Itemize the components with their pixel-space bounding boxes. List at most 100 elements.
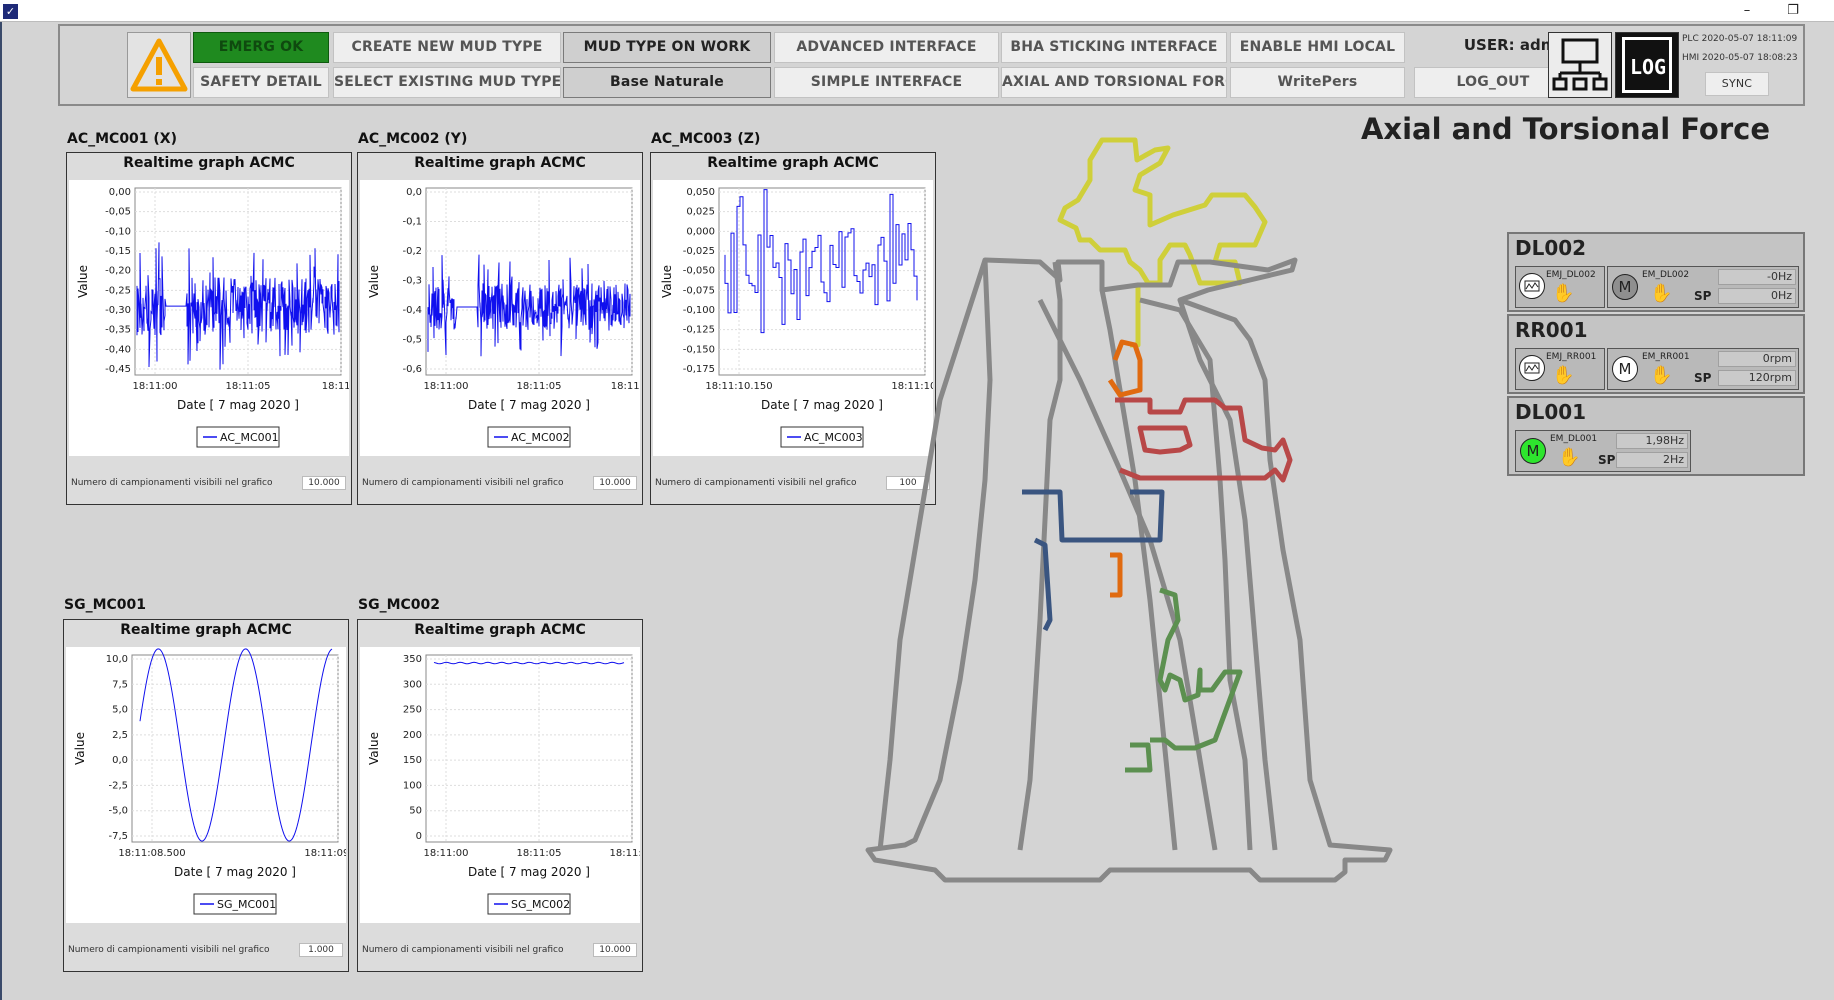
motor-label: EM_DL002 bbox=[1642, 270, 1690, 280]
legend-label: SG_MC002 bbox=[511, 898, 570, 911]
y-tick-label: 0,0 bbox=[406, 187, 422, 198]
restore-button[interactable]: ❐ bbox=[1770, 0, 1816, 22]
samples-label: Numero di campionamenti visibili nel gra… bbox=[655, 478, 857, 488]
jog-control[interactable]: EMJ_DL002 ✋ bbox=[1515, 266, 1605, 308]
y-tick-label: -2,5 bbox=[108, 780, 128, 791]
schematic-frame-cross bbox=[1139, 297, 1253, 851]
y-tick-label: -0,6 bbox=[402, 364, 422, 375]
plot-area bbox=[425, 187, 633, 376]
advanced-interface-button[interactable]: ADVANCED INTERFACE bbox=[774, 32, 999, 63]
check-icon: ✓ bbox=[3, 4, 18, 19]
hand-icon: ✋ bbox=[1650, 365, 1673, 386]
y-tick-label: -0,050 bbox=[683, 266, 715, 277]
y-tick-label: -0,20 bbox=[105, 266, 131, 277]
samples-label: Numero di campionamenti visibili nel gra… bbox=[362, 478, 564, 488]
samples-input[interactable]: 10.000 bbox=[593, 476, 637, 490]
safety-detail-button[interactable]: SAFETY DETAIL bbox=[193, 67, 329, 98]
mud-type-on-work-button[interactable]: MUD TYPE ON WORK bbox=[563, 32, 771, 63]
x-tick-label: 18:11:10.200 bbox=[891, 381, 933, 392]
legend-label: AC_MC002 bbox=[511, 431, 570, 444]
device-name: DL001 bbox=[1515, 400, 1587, 424]
hmi-clock: HMI 2020-05-07 18:08:23 bbox=[1682, 53, 1798, 63]
y-axis-label: Value bbox=[367, 732, 381, 765]
graph-title: Realtime graph ACMC bbox=[414, 622, 586, 638]
hand-icon: ✋ bbox=[1552, 283, 1575, 304]
motor-control[interactable]: M EM_DL001 ✋ SP 1,98Hz 2Hz bbox=[1515, 430, 1691, 472]
minimize-button[interactable]: – bbox=[1724, 0, 1770, 22]
samples-label: Numero di campionamenti visibili nel gra… bbox=[362, 945, 564, 955]
y-tick-label: 350 bbox=[403, 654, 422, 665]
device-panel-dl001: DL001 M EM_DL001 ✋ SP 1,98Hz 2Hz bbox=[1507, 396, 1805, 476]
samples-input[interactable]: 10.000 bbox=[593, 943, 637, 957]
x-axis-label: Date [ 7 mag 2020 ] bbox=[468, 398, 590, 412]
y-tick-label: -5,0 bbox=[108, 806, 128, 817]
chart-svg: 0,00 -0,05 -0,10 -0,15 -0,20 -0,25 -0,30 -0,35 -… bbox=[76, 187, 349, 448]
y-tick-label: 250 bbox=[403, 705, 422, 716]
enable-hmi-local-button[interactable]: ENABLE HMI LOCAL bbox=[1230, 32, 1405, 63]
jog-label: EMJ_DL002 bbox=[1546, 270, 1596, 280]
schematic-red-rail bbox=[1115, 397, 1293, 483]
y-tick-label: -0,15 bbox=[105, 246, 131, 257]
x-tick-label: 18:11:00 bbox=[424, 381, 469, 392]
graph-label: SG_MC002 bbox=[358, 597, 441, 613]
schematic-green-lower bbox=[1125, 742, 1153, 773]
x-tick-label: 18:11:09.000 bbox=[304, 848, 346, 859]
bha-sticking-interface-button[interactable]: BHA STICKING INTERFACE bbox=[1001, 32, 1227, 63]
create-mud-type-button[interactable]: CREATE NEW MUD TYPE bbox=[333, 32, 561, 63]
sp-label: SP bbox=[1694, 289, 1712, 303]
jog-control[interactable]: EMJ_RR001 ✋ bbox=[1515, 348, 1605, 390]
network-icon[interactable] bbox=[1548, 32, 1612, 98]
page-title: Axial and Torsional Force bbox=[1360, 112, 1770, 146]
actual-value: 0rpm bbox=[1718, 351, 1796, 367]
setpoint-value[interactable]: 120rpm bbox=[1718, 370, 1796, 386]
x-axis-label: Date [ 7 mag 2020 ] bbox=[177, 398, 299, 412]
graph-panel: Realtime graph ACMC Numero di campionamen… bbox=[357, 619, 643, 972]
setpoint-value[interactable]: 2Hz bbox=[1616, 452, 1688, 468]
y-tick-label: -0,4 bbox=[402, 305, 422, 316]
schematic-frame-inner bbox=[1017, 261, 1063, 851]
samples-label: Numero di campionamenti visibili nel gra… bbox=[71, 478, 273, 488]
y-tick-label: -0,45 bbox=[105, 364, 131, 375]
y-tick-label: -0,150 bbox=[683, 344, 715, 355]
graph-label: AC_MC003 (Z) bbox=[651, 131, 761, 147]
schematic-frame-right bbox=[1177, 299, 1278, 851]
simple-interface-button[interactable]: SIMPLE INTERFACE bbox=[774, 67, 999, 98]
graph-title: Realtime graph ACMC bbox=[707, 155, 879, 171]
setpoint-value[interactable]: 0Hz bbox=[1718, 288, 1796, 304]
graph-title: Realtime graph ACMC bbox=[123, 155, 295, 171]
chart-svg: 350 300 250 200 150 100 50 018:11:00 18:11:05 18:… bbox=[367, 654, 640, 915]
schematic-blue-part bbox=[1022, 489, 1165, 543]
samples-input[interactable]: 10.000 bbox=[302, 476, 346, 490]
graph-title: Realtime graph ACMC bbox=[414, 155, 586, 171]
motor-control[interactable]: M EM_RR001 ✋ SP 0rpm 120rpm bbox=[1607, 348, 1799, 390]
select-mud-type-button[interactable]: SELECT EXISTING MUD TYPE bbox=[333, 67, 561, 98]
emerg-status-button[interactable]: EMERG OK bbox=[193, 32, 329, 63]
y-tick-label: -0,025 bbox=[683, 246, 715, 257]
wave-icon bbox=[1519, 273, 1545, 299]
x-tick-label: 18:11:10 bbox=[610, 848, 640, 859]
y-tick-label: 0,025 bbox=[686, 207, 715, 218]
device-panel-dl002: DL002 EMJ_DL002 ✋ M EM_DL002 ✋ SP -0Hz 0Hz bbox=[1507, 232, 1805, 312]
graph-title: Realtime graph ACMC bbox=[120, 622, 292, 638]
samples-input[interactable]: 1.000 bbox=[299, 943, 343, 957]
device-name: RR001 bbox=[1515, 318, 1588, 342]
y-tick-label: 0,0 bbox=[112, 755, 128, 766]
hand-icon: ✋ bbox=[1650, 283, 1673, 304]
graph-panel: Realtime graph ACMC Numero di campionamen… bbox=[650, 152, 936, 505]
x-tick-label: 18:11:05 bbox=[517, 381, 562, 392]
motor-control[interactable]: M EM_DL002 ✋ SP -0Hz 0Hz bbox=[1607, 266, 1799, 308]
samples-label: Numero di campionamenti visibili nel gra… bbox=[68, 945, 270, 955]
graph-panel: Realtime graph ACMC Numero di campionamen… bbox=[63, 619, 349, 972]
main-toolbar: EMERG OK SAFETY DETAIL CREATE NEW MUD TY… bbox=[58, 24, 1805, 106]
x-tick-label: 18:11:05 bbox=[517, 848, 562, 859]
y-axis-label: Value bbox=[73, 732, 87, 765]
sync-button[interactable]: SYNC bbox=[1705, 72, 1769, 96]
log-file-icon[interactable]: LOG bbox=[1615, 32, 1679, 98]
schematic-blue-left bbox=[1033, 537, 1053, 632]
writepers-button[interactable]: WritePers bbox=[1230, 67, 1405, 98]
samples-input[interactable]: 100 bbox=[886, 476, 930, 490]
schematic-frame-brace bbox=[1037, 298, 1218, 851]
axial-torsional-force-button[interactable]: AXIAL AND TORSIONAL FORCE bbox=[1001, 67, 1227, 98]
legend-label: AC_MC003 bbox=[804, 431, 863, 444]
y-tick-label: 5,0 bbox=[112, 705, 128, 716]
